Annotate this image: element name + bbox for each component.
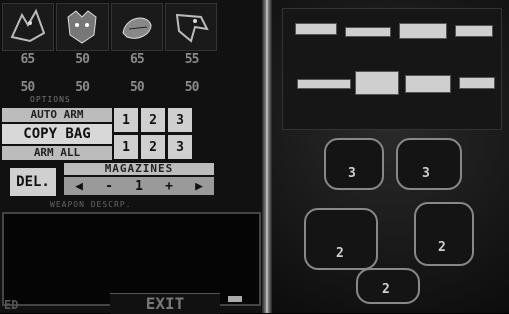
smg-icon[interactable] <box>455 25 493 37</box>
magazine-stepper: ◀ - 1 + ▶ <box>64 177 214 195</box>
slot-button[interactable]: 1 <box>114 135 138 159</box>
slot-count: 3 <box>348 166 356 181</box>
stats-row-2: 50 50 50 50 <box>2 80 217 95</box>
slot-grid: 1 2 3 1 2 3 <box>114 108 192 159</box>
slot-count: 2 <box>382 282 390 297</box>
slot-count: 2 <box>438 240 446 255</box>
stat-value: 50 <box>20 80 36 95</box>
stat-value: 55 <box>184 52 200 67</box>
magazine-minus-button[interactable]: - <box>105 179 113 194</box>
mech-slot[interactable]: 2 <box>414 202 474 266</box>
shotgun-icon[interactable] <box>345 27 391 37</box>
magazine-count: 1 <box>135 178 143 194</box>
copy-bag-button[interactable]: COPY BAG <box>2 124 112 144</box>
magazines-label: MAGAZINES <box>64 163 214 175</box>
bottom-left-text: ED <box>4 298 19 312</box>
inventory-panel: 3 3 2 2 2 <box>272 0 509 313</box>
slot-count: 3 <box>422 166 430 181</box>
arrow-left-icon[interactable]: ◀ <box>75 179 83 194</box>
dragon-portrait-icon[interactable] <box>2 3 55 51</box>
mech-slot[interactable]: 2 <box>304 208 378 270</box>
arm-all-button[interactable]: ARM ALL <box>2 146 112 160</box>
mech-slot[interactable]: 3 <box>324 138 384 190</box>
slot-button[interactable]: 1 <box>114 108 138 132</box>
ammo-box-icon[interactable] <box>355 71 399 95</box>
slot-button[interactable]: 3 <box>168 135 192 159</box>
stats-row-1: 65 50 65 55 <box>2 52 217 67</box>
rocket-launcher-icon[interactable] <box>399 23 447 39</box>
panel-divider <box>262 0 272 313</box>
mech-slot[interactable]: 2 <box>356 268 420 304</box>
left-control-panel: 65 50 65 55 50 50 50 50 OPTIONS AUTO ARM… <box>0 0 262 314</box>
mech-slot[interactable]: 3 <box>396 138 462 190</box>
exit-button[interactable]: EXIT <box>110 293 220 314</box>
grenade-pack-icon[interactable] <box>405 75 451 93</box>
arrow-right-icon[interactable]: ▶ <box>195 179 203 194</box>
pistol-icon[interactable] <box>295 23 337 35</box>
weapon-rack <box>282 8 502 130</box>
stat-value: 50 <box>130 80 145 95</box>
slot-button[interactable]: 2 <box>141 135 165 159</box>
auto-arm-button[interactable]: AUTO ARM <box>2 108 112 122</box>
stat-value: 65 <box>130 52 145 67</box>
rifle-icon[interactable] <box>297 79 351 89</box>
weapon-description-label: WEAPON DESCRP. <box>50 200 132 209</box>
game-screen: 65 50 65 55 50 50 50 50 OPTIONS AUTO ARM… <box>0 0 509 314</box>
portrait-row <box>2 3 217 51</box>
stat-value: 50 <box>75 52 90 67</box>
slot-button[interactable]: 2 <box>141 108 165 132</box>
mech-inventory: 3 3 2 2 2 <box>284 132 499 304</box>
eagle-portrait-icon[interactable] <box>164 3 217 51</box>
panther-portrait-icon[interactable] <box>56 3 109 51</box>
delete-button[interactable]: DEL. <box>10 168 56 196</box>
mini-indicator <box>228 296 242 302</box>
slot-button[interactable]: 3 <box>168 108 192 132</box>
lizard-portrait-icon[interactable] <box>110 3 163 51</box>
description-monitor <box>2 212 261 306</box>
stat-value: 65 <box>20 52 36 67</box>
slot-count: 2 <box>336 246 344 261</box>
sniper-icon[interactable] <box>459 77 495 89</box>
stat-value: 50 <box>75 80 90 95</box>
stat-value: 50 <box>184 80 200 95</box>
magazine-plus-button[interactable]: + <box>165 179 173 194</box>
options-label: OPTIONS <box>30 95 71 104</box>
